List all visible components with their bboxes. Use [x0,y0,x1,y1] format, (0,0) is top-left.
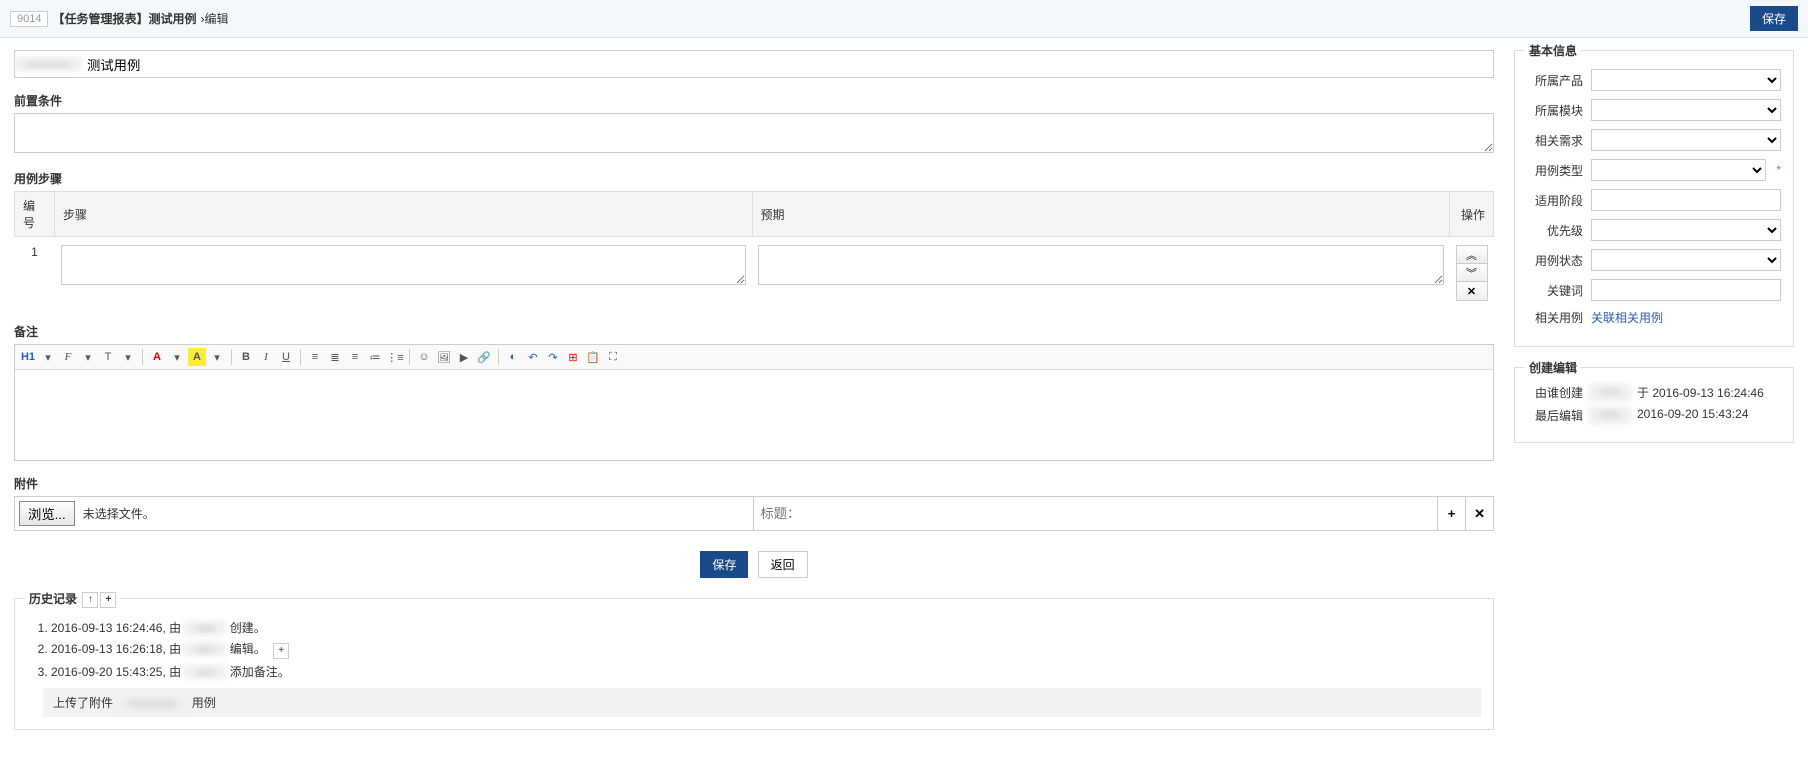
back-button[interactable]: 返回 [758,551,808,578]
collapse-history-icon[interactable]: ↑ [82,592,98,608]
delete-step-icon[interactable]: ✕ [1457,282,1487,300]
align-center-icon[interactable]: ≣ [326,348,344,366]
save-button-top[interactable]: 保存 [1750,6,1798,31]
expand-history-item-icon[interactable]: + [273,643,289,659]
history-sub-detail: 上传了附件 xxxxxxxx 用例 [43,688,1481,717]
highlight-icon[interactable]: A [188,348,206,366]
title-prefix-redacted: xxxxxxx [15,57,81,71]
bold-icon[interactable]: B [237,348,255,366]
steps-label: 用例步骤 [14,170,1494,187]
breadcrumb: 9014 【任务管理报表】测试用例 ›编辑 [10,10,229,27]
heading-icon[interactable]: H1 [19,348,37,366]
no-file-text: 未选择文件。 [79,497,754,530]
story-select[interactable] [1591,129,1781,151]
underline-icon[interactable]: U [277,348,295,366]
step-expect-input[interactable] [758,245,1444,285]
history-item: 2016-09-13 16:26:18, 由 xxx 编辑。 + [51,638,1481,661]
browse-button[interactable]: 浏览... [19,501,75,526]
top-bar: 9014 【任务管理报表】测试用例 ›编辑 保存 [0,0,1808,38]
font-family-icon[interactable]: F [59,348,77,366]
history-item: 2016-09-20 15:43:25, 由 xxx 添加备注。 [51,661,1481,682]
step-desc-input[interactable] [61,245,747,285]
expand-history-icon[interactable]: + [100,592,116,608]
type-select[interactable] [1591,159,1766,181]
link-related-case-link[interactable]: 关联相关用例 [1591,309,1663,326]
remark-label: 备注 [14,323,1494,340]
user-redacted: xxx [184,642,226,656]
precondition-textarea[interactable] [14,113,1494,153]
module-select[interactable] [1591,99,1781,121]
col-expect: 预期 [752,192,1450,237]
precondition-label: 前置条件 [14,92,1494,109]
emoji-icon[interactable]: ☺ [415,348,433,366]
image-icon[interactable]: 🖼 [435,348,453,366]
basic-info-panel: 基本信息 所属产品 所属模块 相关需求 用例类型 * 适用阶段 [1514,50,1794,347]
unordered-list-icon[interactable]: ⋮≡ [386,348,404,366]
chevron-down-icon[interactable]: ▾ [79,348,97,366]
attachment-label: 附件 [14,475,1494,492]
creator-redacted: xxx [1589,384,1631,401]
history-item: 2016-09-13 16:24:46, 由 xxx 创建。 [51,617,1481,638]
history-list: 2016-09-13 16:24:46, 由 xxx 创建。 2016-09-1… [51,617,1481,682]
remove-format-icon[interactable]: ◐ [504,348,522,366]
fullscreen-icon[interactable]: ⛶ [604,348,622,366]
media-icon[interactable]: ▶ [455,348,473,366]
steps-table: 编号 步骤 预期 操作 1 ︽ ︾ ✕ [14,191,1494,309]
file-redacted: xxxxxxxx [116,696,188,710]
user-redacted: xxx [184,665,226,679]
editor-toolbar: H1▾ F▾ T▾ A▾ A▾ B I U ≡ ≣ ≡ ≔ ⋮≡ ☺ 🖼 ▶ [15,345,1493,370]
required-star-icon: * [1776,163,1781,177]
redo-icon[interactable]: ↷ [544,348,562,366]
ordered-list-icon[interactable]: ≔ [366,348,384,366]
history-panel: 历史记录 ↑ + 2016-09-13 16:24:46, 由 xxx 创建。 … [14,598,1494,730]
step-op-buttons: ︽ ︾ ✕ [1456,245,1488,301]
rich-text-editor: H1▾ F▾ T▾ A▾ A▾ B I U ≡ ≣ ≡ ≔ ⋮≡ ☺ 🖼 ▶ [14,344,1494,461]
priority-select[interactable] [1591,219,1781,241]
save-button[interactable]: 保存 [700,551,748,578]
attachment-title-input[interactable] [753,497,1437,530]
text-color-icon[interactable]: A [148,348,166,366]
italic-icon[interactable]: I [257,348,275,366]
col-num: 编号 [15,192,55,237]
page-title: 【任务管理报表】测试用例 [52,10,196,27]
paste-icon[interactable]: 📋 [584,348,602,366]
audit-panel: 创建编辑 由谁创建 xxx 于 2016-09-13 16:24:46 最后编辑… [1514,367,1794,443]
stage-input[interactable] [1591,189,1781,211]
step-num: 1 [15,237,55,310]
undo-icon[interactable]: ↶ [524,348,542,366]
align-left-icon[interactable]: ≡ [306,348,324,366]
user-redacted: xxx [184,621,226,635]
align-right-icon[interactable]: ≡ [346,348,364,366]
case-id-badge: 9014 [10,11,48,27]
keywords-input[interactable] [1591,279,1781,301]
move-up-icon[interactable]: ︽ [1457,246,1487,264]
step-row: 1 ︽ ︾ ✕ [15,237,1494,310]
chevron-down-icon[interactable]: ▾ [39,348,57,366]
case-title-input[interactable] [81,51,1493,77]
editor-content-area[interactable] [15,370,1493,460]
editor-redacted: xxx [1589,407,1631,424]
link-icon[interactable]: 🔗 [475,348,493,366]
product-select[interactable] [1591,69,1781,91]
col-op: 操作 [1450,192,1494,237]
chevron-down-icon[interactable]: ▾ [208,348,226,366]
history-label: 历史记录 [29,592,77,606]
attachment-row: 浏览... 未选择文件。 + ✕ [14,496,1494,531]
source-icon[interactable]: ⊞ [564,348,582,366]
breadcrumb-crumb: ›编辑 [201,10,229,27]
chevron-down-icon[interactable]: ▾ [168,348,186,366]
font-size-icon[interactable]: T [99,348,117,366]
status-select[interactable] [1591,249,1781,271]
audit-label: 创建编辑 [1525,359,1581,376]
col-step: 步骤 [55,192,753,237]
remove-attachment-button[interactable]: ✕ [1465,497,1493,530]
basic-info-label: 基本信息 [1525,42,1581,59]
chevron-down-icon[interactable]: ▾ [119,348,137,366]
add-attachment-button[interactable]: + [1437,497,1465,530]
move-down-icon[interactable]: ︾ [1457,264,1487,282]
